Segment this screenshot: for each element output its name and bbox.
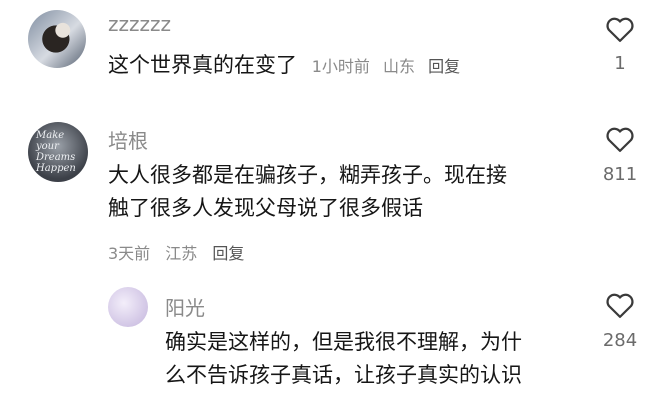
comment-text: 确实是这样的，但是我很不理解，为什 么不告诉孩子真话，让孩子真实的认识 <box>165 326 522 392</box>
comment-text-line: 确实是这样的，但是我很不理解，为什 <box>165 330 522 354</box>
username[interactable]: 阳光 <box>165 292 205 321</box>
comment-text-line: 么不告诉孩子真话，让孩子真实的认识 <box>165 363 522 387</box>
like-heart-icon[interactable] <box>605 291 635 319</box>
avatar[interactable] <box>108 287 148 327</box>
reply-comment-item: 阳光 确实是这样的，但是我很不理解，为什 么不告诉孩子真话，让孩子真实的认识 2… <box>0 0 664 400</box>
like-count: 284 <box>602 330 638 351</box>
